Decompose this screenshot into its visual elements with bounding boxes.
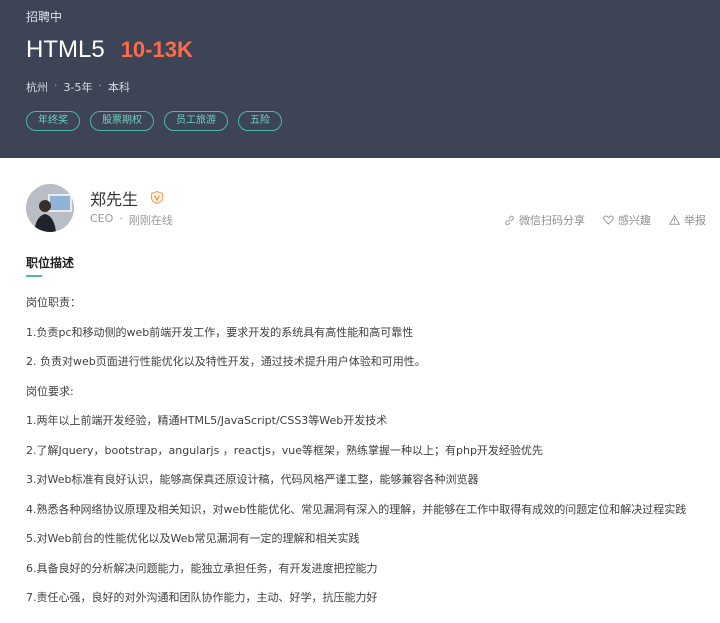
- description-line: 6.具备良好的分析解决问题能力，能独立承担任务，有开发进度把控能力: [26, 561, 378, 575]
- meta-separator: ·: [119, 212, 123, 225]
- report-label: 举报: [684, 214, 706, 227]
- share-button[interactable]: 微信扫码分享: [504, 212, 585, 228]
- job-title-row: HTML5 10-13K: [26, 36, 193, 68]
- interest-label: 感兴趣: [618, 214, 651, 227]
- benefit-tags: 年终奖 股票期权 员工旅游 五险: [26, 111, 292, 131]
- meta-separator: ·: [98, 79, 102, 92]
- heart-icon: [603, 215, 614, 225]
- verified-badge-icon: [151, 191, 163, 204]
- recruiter-role: CEO: [90, 212, 114, 225]
- description-line: 7.责任心强，良好的对外沟通和团队协作能力，主动、好学，抗压能力好: [26, 591, 378, 604]
- benefit-tag: 股票期权: [90, 111, 154, 131]
- warning-icon: [669, 215, 680, 225]
- job-meta: 杭州 · 3-5年 · 本科: [26, 79, 130, 95]
- job-location: 杭州: [26, 81, 48, 94]
- description-line: 2.了解Jquery，bootstrap，angularjs ，reactjs，…: [26, 443, 543, 457]
- section-title: 职位描述: [26, 256, 75, 270]
- benefit-tag: 五险: [238, 111, 282, 131]
- report-button[interactable]: 举报: [669, 212, 706, 228]
- job-experience: 3-5年: [63, 81, 93, 94]
- job-salary: 10-13K: [120, 37, 193, 62]
- job-education: 本科: [107, 81, 130, 94]
- job-status: 招聘中: [26, 10, 63, 24]
- description-line: 4.熟悉各种网络协议原理及相关知识，对web性能优化、常见漏洞有深入的理解，并能…: [26, 502, 687, 516]
- job-title: HTML5: [26, 36, 105, 63]
- link-icon: [505, 215, 514, 225]
- description-line: 3.对Web标准有良好认识，能够高保真还原设计稿，代码风格严谨工整，能够兼容各种…: [26, 473, 479, 486]
- share-label: 微信扫码分享: [519, 214, 585, 227]
- description-line: 2. 负责对web页面进行性能优化以及特性开发，通过技术提升用户体验和可用性。: [26, 355, 426, 368]
- benefit-tag: 员工旅游: [164, 111, 228, 131]
- description-line: 1.两年以上前端开发经验，精通HTML5/JavaScript/CSS3等Web…: [26, 414, 388, 427]
- description-line: 1.负责pc和移动侧的web前端开发工作，要求开发的系统具有高性能和高可靠性: [26, 325, 414, 339]
- description-line: 5.对Web前台的性能优化以及Web常见漏洞有一定的理解和相关实践: [26, 532, 360, 545]
- recruiter-online-status: 刚刚在线: [128, 214, 173, 227]
- recruiter-meta: CEO · 刚刚在线: [90, 212, 173, 228]
- description-line: 岗位职责：: [26, 296, 81, 309]
- meta-separator: ·: [54, 79, 58, 92]
- section-underline: [26, 275, 42, 277]
- description-line: 岗位要求:: [26, 384, 74, 398]
- avatar[interactable]: [26, 184, 74, 232]
- job-header: 招聘中 HTML5 10-13K 杭州 · 3-5年 · 本科 年终奖 股票期权…: [0, 0, 720, 158]
- recruiter-name: 郑先生: [90, 190, 139, 209]
- interest-button[interactable]: 感兴趣: [603, 212, 651, 228]
- benefit-tag: 年终奖: [26, 111, 80, 131]
- job-description: 岗位职责： 1.负责pc和移动侧的web前端开发工作，要求开发的系统具有高性能和…: [26, 294, 716, 619]
- job-actions: 微信扫码分享 感兴趣 举报: [486, 212, 706, 228]
